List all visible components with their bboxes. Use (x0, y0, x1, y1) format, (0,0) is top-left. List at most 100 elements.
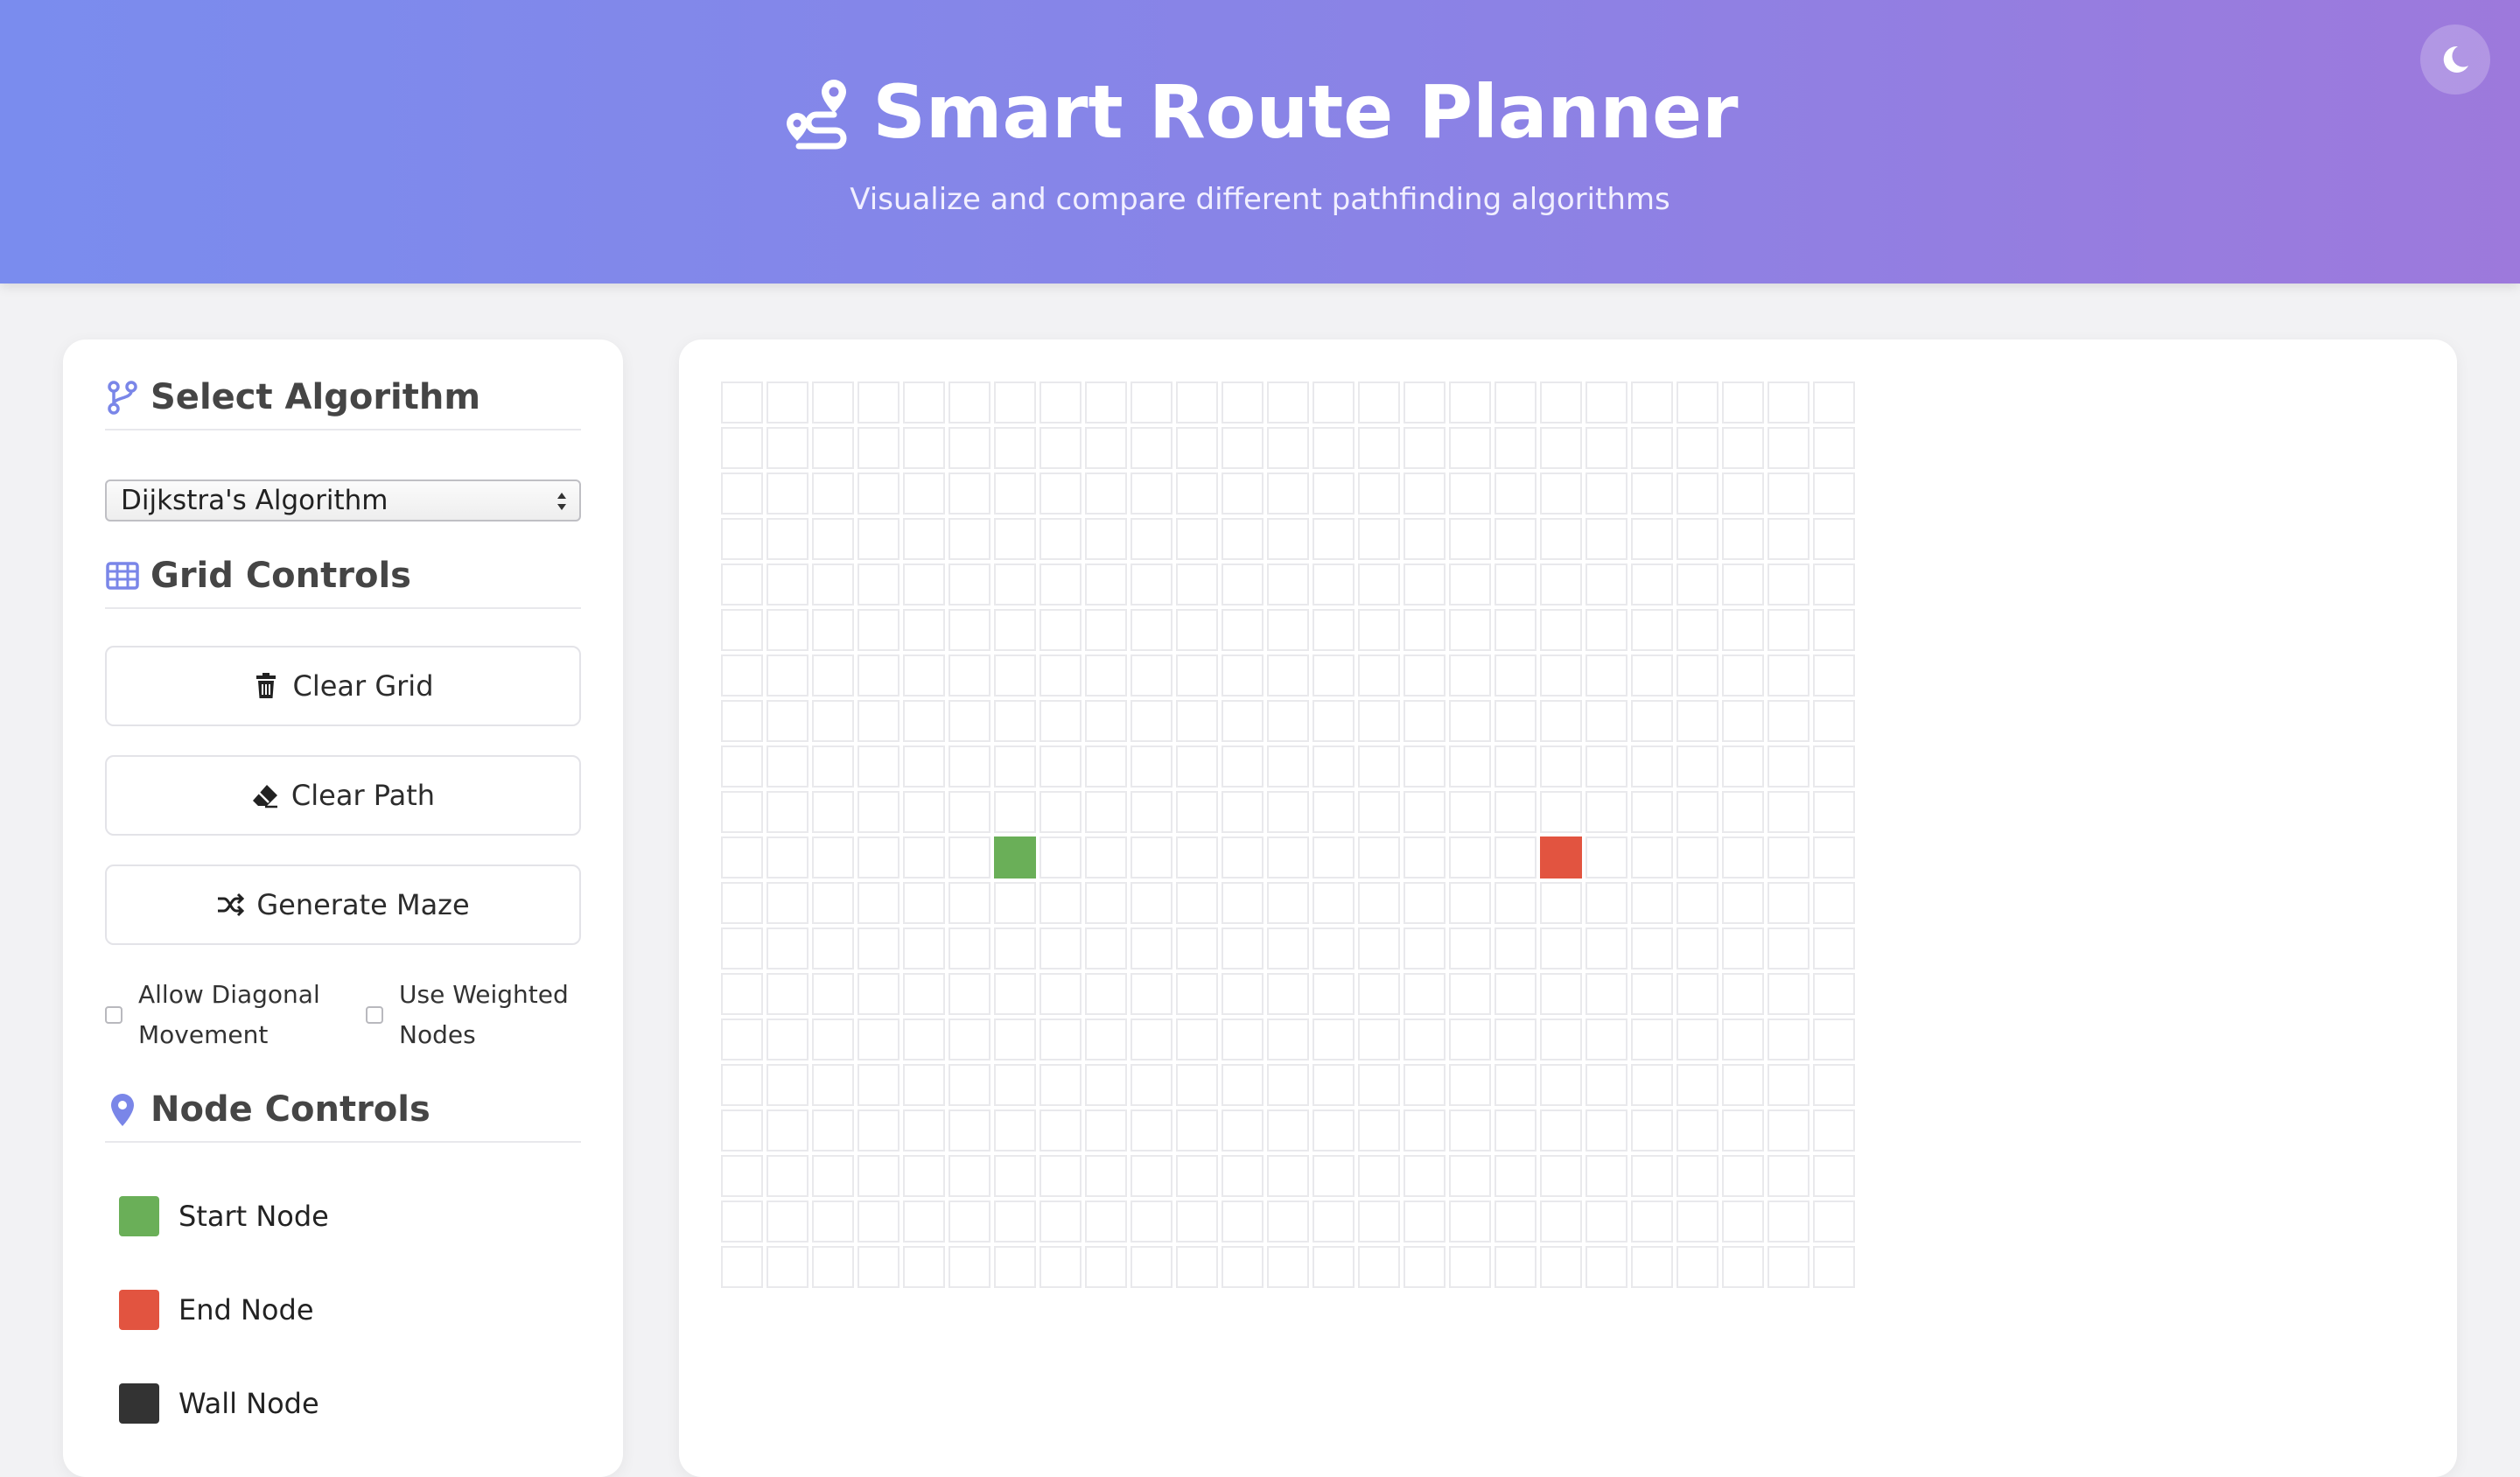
grid-cell[interactable] (994, 1155, 1036, 1197)
grid-cell[interactable] (1085, 836, 1127, 878)
grid-cell[interactable] (1722, 382, 1764, 424)
grid-cell[interactable] (994, 973, 1036, 1015)
grid-cell[interactable] (1494, 928, 1536, 970)
grid-cell[interactable] (1267, 1155, 1309, 1197)
grid-cell[interactable] (766, 791, 808, 833)
grid-cell[interactable] (1222, 1155, 1264, 1197)
grid-cell[interactable] (1404, 564, 1446, 606)
grid-cell[interactable] (1768, 746, 1810, 788)
grid-cell[interactable] (948, 1246, 990, 1288)
grid-cell[interactable] (1586, 382, 1628, 424)
grid-cell[interactable] (812, 1246, 854, 1288)
grid-cell[interactable] (1722, 882, 1764, 924)
grid-cell[interactable] (1722, 654, 1764, 696)
grid-cell[interactable] (1358, 427, 1400, 469)
grid-cell[interactable] (1222, 564, 1264, 606)
grid-cell[interactable] (948, 654, 990, 696)
diagonal-checkbox[interactable] (105, 1006, 122, 1024)
grid-cell[interactable] (1040, 427, 1082, 469)
grid-cell[interactable] (1404, 1018, 1446, 1060)
grid-cell[interactable] (1722, 1110, 1764, 1152)
grid-cell[interactable] (1130, 1200, 1172, 1242)
grid-cell[interactable] (1494, 700, 1536, 742)
grid-cell[interactable] (903, 1155, 945, 1197)
grid-cell[interactable] (1040, 746, 1082, 788)
grid-cell[interactable] (858, 791, 900, 833)
grid-cell[interactable] (1358, 791, 1400, 833)
grid-cell[interactable] (1358, 700, 1400, 742)
grid-cell[interactable] (1540, 609, 1582, 651)
grid-cell[interactable] (948, 836, 990, 878)
grid-cell[interactable] (1540, 973, 1582, 1015)
grid-cell[interactable] (1130, 518, 1172, 560)
grid-cell[interactable] (1631, 609, 1673, 651)
grid-cell[interactable] (1586, 472, 1628, 514)
grid-cell[interactable] (948, 746, 990, 788)
grid-cell[interactable] (1494, 1064, 1536, 1106)
grid-cell[interactable] (858, 700, 900, 742)
grid-cell[interactable] (1358, 564, 1400, 606)
grid-cell[interactable] (721, 564, 763, 606)
grid-cell[interactable] (1722, 791, 1764, 833)
theme-toggle-button[interactable] (2420, 24, 2490, 94)
grid-cell[interactable] (1813, 427, 1855, 469)
grid-cell[interactable] (948, 791, 990, 833)
grid-cell[interactable] (1586, 700, 1628, 742)
grid-cell[interactable] (1813, 1018, 1855, 1060)
grid-cell[interactable] (1085, 882, 1127, 924)
grid-cell[interactable] (721, 1018, 763, 1060)
grid-cell[interactable] (1040, 1064, 1082, 1106)
grid-cell[interactable] (1176, 654, 1218, 696)
grid-cell[interactable] (812, 518, 854, 560)
grid-cell[interactable] (1404, 427, 1446, 469)
grid-cell[interactable] (1631, 746, 1673, 788)
grid-cell[interactable] (1312, 882, 1354, 924)
grid-cell[interactable] (994, 427, 1036, 469)
grid-cell[interactable] (1312, 609, 1354, 651)
grid-cell[interactable] (1040, 382, 1082, 424)
grid-cell[interactable] (1813, 700, 1855, 742)
grid-cell[interactable] (1449, 472, 1491, 514)
grid-cell[interactable] (1813, 882, 1855, 924)
grid-cell[interactable] (1722, 1064, 1764, 1106)
grid-cell[interactable] (766, 973, 808, 1015)
grid-cell[interactable] (994, 700, 1036, 742)
grid-cell[interactable] (1813, 609, 1855, 651)
grid-cell[interactable] (858, 1110, 900, 1152)
grid-cell[interactable] (1267, 1200, 1309, 1242)
grid-cell[interactable] (948, 1200, 990, 1242)
grid-cell[interactable] (1130, 746, 1172, 788)
grid-cell[interactable] (812, 746, 854, 788)
grid-cell[interactable] (1631, 836, 1673, 878)
grid-cell[interactable] (1540, 1110, 1582, 1152)
grid-cell[interactable] (1358, 836, 1400, 878)
grid-cell[interactable] (1040, 1200, 1082, 1242)
grid-cell[interactable] (903, 1246, 945, 1288)
grid-cell[interactable] (812, 472, 854, 514)
grid-cell[interactable] (1676, 746, 1718, 788)
grid-cell[interactable] (1358, 1064, 1400, 1106)
grid-cell[interactable] (721, 654, 763, 696)
grid-cell[interactable] (1222, 1246, 1264, 1288)
diagonal-checkbox-label[interactable]: Allow Diagonal Movement (138, 975, 332, 1055)
grid-cell[interactable] (812, 1018, 854, 1060)
grid-cell[interactable] (994, 564, 1036, 606)
grid-cell[interactable] (1540, 1155, 1582, 1197)
grid-cell[interactable] (1540, 564, 1582, 606)
grid-cell[interactable] (1312, 791, 1354, 833)
grid-cell[interactable] (1540, 1246, 1582, 1288)
grid-cell[interactable] (1267, 746, 1309, 788)
grid-cell[interactable] (858, 427, 900, 469)
grid-cell[interactable] (1222, 382, 1264, 424)
grid-cell[interactable] (766, 609, 808, 651)
grid-cell[interactable] (1312, 1018, 1354, 1060)
grid-cell[interactable] (1312, 518, 1354, 560)
grid-cell[interactable] (721, 1110, 763, 1152)
grid-cell[interactable] (1404, 791, 1446, 833)
grid-cell[interactable] (1267, 609, 1309, 651)
grid-cell[interactable] (903, 928, 945, 970)
grid-cell[interactable] (948, 1110, 990, 1152)
grid-cell[interactable] (721, 882, 763, 924)
grid-cell[interactable] (812, 427, 854, 469)
grid-cell[interactable] (1768, 836, 1810, 878)
